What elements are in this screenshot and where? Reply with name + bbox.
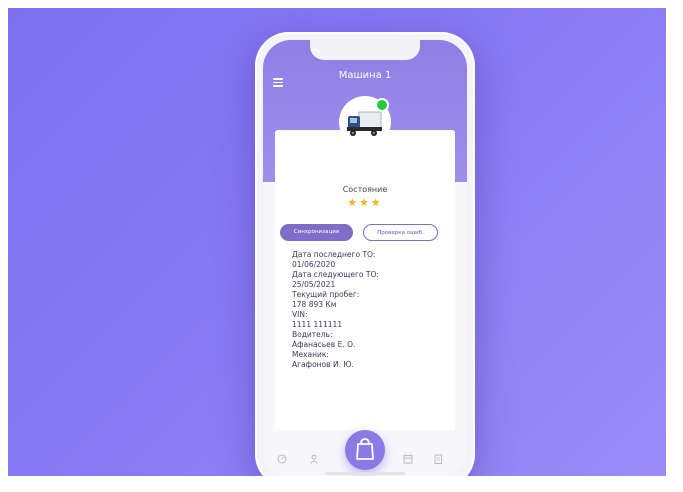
user-icon[interactable] xyxy=(309,454,319,464)
info-line: 25/05/2021 xyxy=(292,280,336,289)
phone-notch xyxy=(310,40,420,60)
info-line: Водитель: xyxy=(292,330,333,339)
error-check-button[interactable]: Проверка ошиб. xyxy=(363,224,438,241)
sync-button[interactable]: Синхронизация xyxy=(280,224,353,241)
info-line: 178 893 Км xyxy=(292,300,337,309)
info-line: Агафонов И. Ю. xyxy=(292,360,354,369)
vehicle-avatar xyxy=(339,96,391,148)
info-line: Афанасьев Е. О. xyxy=(292,340,356,349)
bottom-tab-bar xyxy=(263,430,467,476)
info-line: VIN: xyxy=(292,310,308,319)
document-icon[interactable] xyxy=(433,454,443,464)
center-action-button[interactable] xyxy=(345,430,385,470)
vehicle-info: Дата последнего ТО: 01/06/2020 Дата след… xyxy=(292,250,452,370)
gauge-icon[interactable] xyxy=(277,454,287,464)
rating-stars: ★★★ xyxy=(347,196,383,209)
background: Машина 1 Состояние ★★★ Синхронизация Про… xyxy=(8,8,666,476)
phone-frame: Машина 1 Состояние ★★★ Синхронизация Про… xyxy=(255,32,475,476)
info-line: Механик: xyxy=(292,350,329,359)
bag-icon xyxy=(356,438,374,460)
info-line: Текущий пробег: xyxy=(292,290,360,299)
info-line: Дата последнего ТО: xyxy=(292,250,376,259)
calendar-icon[interactable] xyxy=(403,454,413,464)
info-line: 01/06/2020 xyxy=(292,260,336,269)
info-line: Дата следующего ТО: xyxy=(292,270,379,279)
online-status-dot xyxy=(375,98,389,112)
phone-screen: Машина 1 Состояние ★★★ Синхронизация Про… xyxy=(263,40,467,476)
home-indicator xyxy=(325,472,405,475)
status-label: Состояние xyxy=(342,185,388,194)
page-title: Машина 1 xyxy=(338,70,392,81)
info-line: 1111 111111 xyxy=(292,320,343,329)
